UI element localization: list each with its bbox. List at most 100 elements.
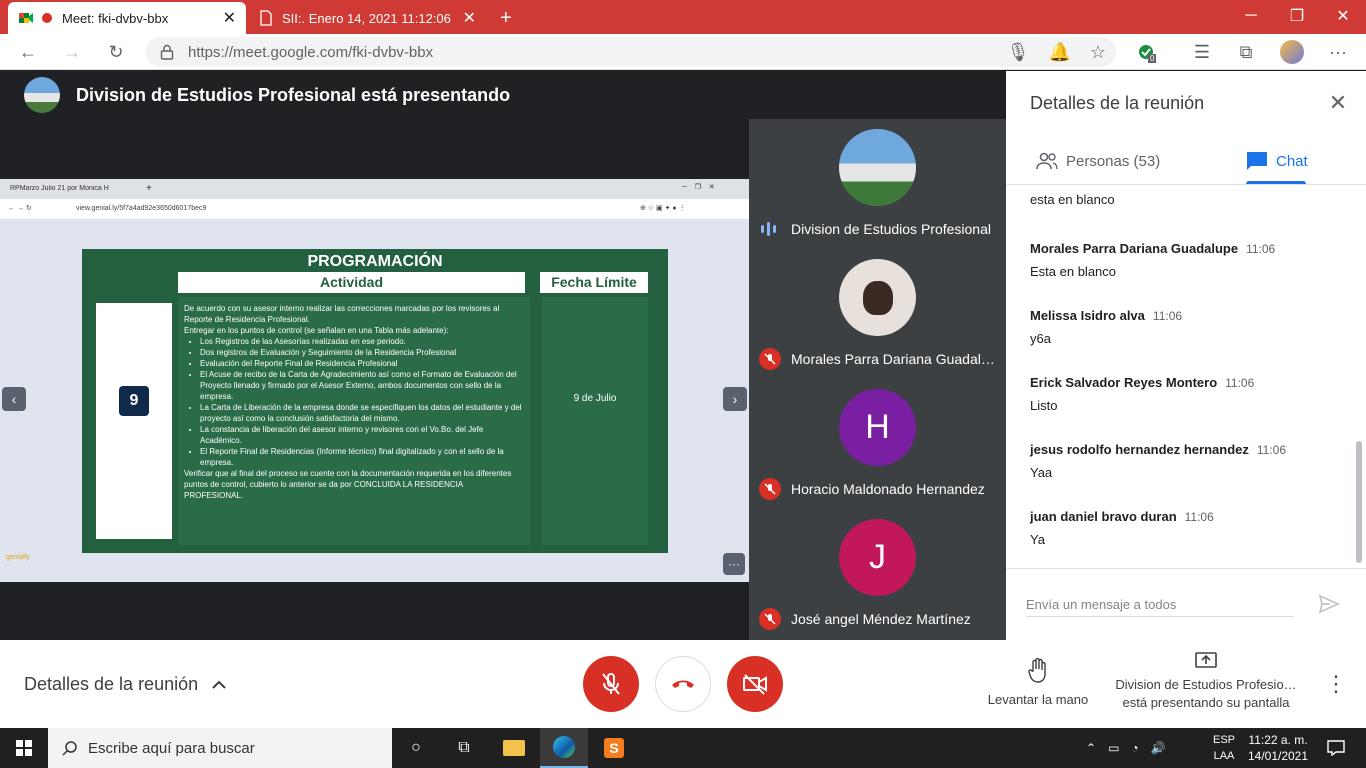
minimize-icon[interactable]: ─	[1228, 0, 1274, 32]
windows-start-button[interactable]	[0, 728, 48, 768]
message-text: Ya	[1030, 532, 1045, 547]
volume-icon[interactable]: 🔊	[1151, 741, 1166, 755]
shared-url: view.genial.ly/5f7a4ad92e3650d6017bec9	[76, 205, 207, 212]
camera-toggle-button[interactable]	[727, 656, 783, 712]
presenter-banner: Division de Estudios Profesional está pr…	[76, 85, 511, 105]
close-tab-icon[interactable]: ✕	[223, 8, 236, 28]
meet-control-bar: Detalles de la reunión Levantar la mano	[0, 640, 1366, 728]
participant-avatar: H	[839, 389, 916, 466]
taskbar-search-box[interactable]: Escribe aquí para buscar	[48, 728, 392, 768]
presenting-button[interactable]: Division de Estudios Profesio… está pres…	[1104, 652, 1308, 712]
shared-nav-icons: ← → ↻	[8, 205, 32, 212]
input-language-indicator[interactable]: ESP LAA	[1212, 732, 1236, 764]
microphone-icon[interactable]: 🎙	[1004, 38, 1032, 66]
chat-message: juan daniel bravo duran 11:06 Ya	[1030, 509, 1350, 547]
meeting-details-button[interactable]: Detalles de la reunión	[24, 674, 226, 695]
message-sender: Melissa Isidro alva	[1030, 308, 1145, 323]
document-icon	[260, 10, 272, 26]
file-explorer-icon[interactable]	[490, 728, 538, 768]
tab-chat[interactable]: Chat	[1246, 137, 1308, 185]
message-text: y6a	[1030, 331, 1051, 346]
participant-tile[interactable]: Morales Parra Dariana Guadalu…	[749, 249, 1006, 379]
edge-browser-icon[interactable]	[540, 728, 588, 768]
notification-center-icon[interactable]	[1318, 728, 1354, 768]
participant-name: José angel Méndez Martínez	[791, 611, 971, 627]
windows-taskbar: Escribe aquí para buscar ○ ⧉ S ⌃ ▭ ◔ 🔊 E…	[0, 728, 1366, 768]
presenting-line-1: Division de Estudios Profesio…	[1115, 677, 1297, 692]
message-time: 11:06	[1256, 443, 1287, 457]
close-window-icon[interactable]: ✕	[1320, 0, 1366, 32]
message-time: 11:06	[1152, 309, 1183, 323]
raise-hand-button[interactable]: Levantar la mano	[976, 658, 1100, 707]
network-icon[interactable]: ◔	[1131, 741, 1138, 755]
slide-bullet: Evaluación del Reporte Final de Residenc…	[200, 358, 524, 369]
chat-message: esta en blanco	[1030, 192, 1350, 207]
chat-message: Melissa Isidro alva 11:06 y6a	[1030, 308, 1350, 346]
profile-avatar[interactable]	[1278, 38, 1306, 66]
meet-stage: Division de Estudios Profesional está pr…	[0, 71, 1006, 640]
shared-screen[interactable]: RPMarzo Julio 21 por Monica H + ─ ❐ ✕ ← …	[0, 179, 749, 582]
slide-activity-header: Actividad	[178, 272, 525, 293]
slide-intro: De acuerdo con su asesor interno realiza…	[184, 304, 500, 324]
shared-tab-title: RPMarzo Julio 21 por Monica H	[10, 185, 109, 192]
close-tab-icon[interactable]: ✕	[463, 8, 476, 28]
language-code: ESP	[1212, 734, 1235, 746]
panel-title: Detalles de la reunión	[1030, 93, 1205, 113]
battery-icon[interactable]: ▭	[1108, 741, 1119, 755]
message-time: 11:06	[1225, 376, 1255, 390]
clock-date: 14/01/2021	[1247, 749, 1309, 763]
taskbar-clock[interactable]: 11:22 a. m. 14/01/2021	[1244, 732, 1312, 764]
new-tab-button[interactable]: +	[490, 2, 520, 34]
slide-bullet: Los Registros de las Asesorías realizada…	[200, 336, 524, 347]
back-icon[interactable]: ←	[14, 38, 42, 66]
shared-window-controls: ─ ❐ ✕	[682, 184, 715, 191]
slide-intro-2: Entregar en los puntos de control (se se…	[184, 326, 449, 335]
extension-icon[interactable]: 0	[1132, 38, 1160, 66]
raise-hand-label: Levantar la mano	[987, 692, 1089, 707]
tab-sii[interactable]: SII:. Enero 14, 2021 11:12:06 ✕	[248, 2, 486, 34]
participant-tile[interactable]: J José angel Méndez Martínez	[749, 509, 1006, 639]
slide-next-arrow-icon[interactable]: ›	[723, 387, 747, 411]
slide-bullet: La Carta de Liberación de la empresa don…	[200, 402, 524, 424]
share-more-options-icon[interactable]: ···	[723, 553, 745, 575]
send-icon[interactable]	[1318, 593, 1340, 615]
url-field[interactable]: https://meet.google.com/fki-dvbv-bbx	[146, 37, 1116, 67]
show-hidden-icons-icon[interactable]: ⌃	[1086, 741, 1096, 755]
restore-icon[interactable]: ❐	[1274, 0, 1320, 32]
lock-icon	[160, 44, 174, 60]
favorite-star-icon[interactable]: ☆	[1084, 38, 1112, 66]
favorites-icon[interactable]: ☰	[1188, 38, 1216, 66]
notifications-icon[interactable]: 🔔	[1046, 38, 1074, 66]
slide-prev-arrow-icon[interactable]: ‹	[2, 387, 26, 411]
collections-icon[interactable]: ⧉	[1232, 38, 1260, 66]
chat-message-input[interactable]: Envía un mensaje a todos	[1026, 591, 1294, 617]
leave-call-button[interactable]	[655, 656, 711, 712]
slide-number-badge: 9	[119, 386, 149, 416]
slide-title: PROGRAMACIÓN	[307, 253, 443, 270]
mic-off-icon	[759, 348, 781, 370]
reload-icon[interactable]: ↻	[102, 38, 130, 66]
hang-up-icon	[672, 680, 694, 688]
task-view-icon[interactable]: ⧉	[440, 728, 488, 768]
participant-tile[interactable]: Division de Estudios Profesional	[749, 119, 1006, 249]
message-text: Listo	[1030, 398, 1058, 413]
participant-tile[interactable]: H Horacio Maldonado Hernandez	[749, 379, 1006, 509]
mic-off-icon	[759, 608, 781, 630]
mic-off-icon	[602, 673, 620, 695]
more-options-icon[interactable]: ⋮	[1325, 670, 1347, 698]
browser-menu-icon[interactable]: ···	[1324, 38, 1352, 66]
mic-toggle-button[interactable]	[583, 656, 639, 712]
slide-closing: Verificar que al final del proceso se cu…	[184, 469, 512, 500]
cortana-icon[interactable]: ○	[392, 728, 440, 768]
close-panel-icon[interactable]: ✕	[1326, 90, 1350, 115]
mic-off-icon	[759, 478, 781, 500]
tab-people[interactable]: Personas (53)	[1036, 137, 1160, 185]
shared-browser-addressbar: ← → ↻ view.genial.ly/5f7a4ad92e3650d6017…	[0, 199, 749, 219]
tab-chat-label: Chat	[1276, 152, 1308, 170]
tab-meet[interactable]: Meet: fki-dvbv-bbx ✕	[8, 2, 246, 34]
extension-badge: 0	[1148, 54, 1157, 63]
camera-off-icon	[743, 674, 767, 695]
sublime-text-icon[interactable]: S	[590, 728, 638, 768]
chat-scrollbar[interactable]	[1356, 441, 1362, 563]
forward-icon[interactable]: →	[58, 38, 86, 66]
